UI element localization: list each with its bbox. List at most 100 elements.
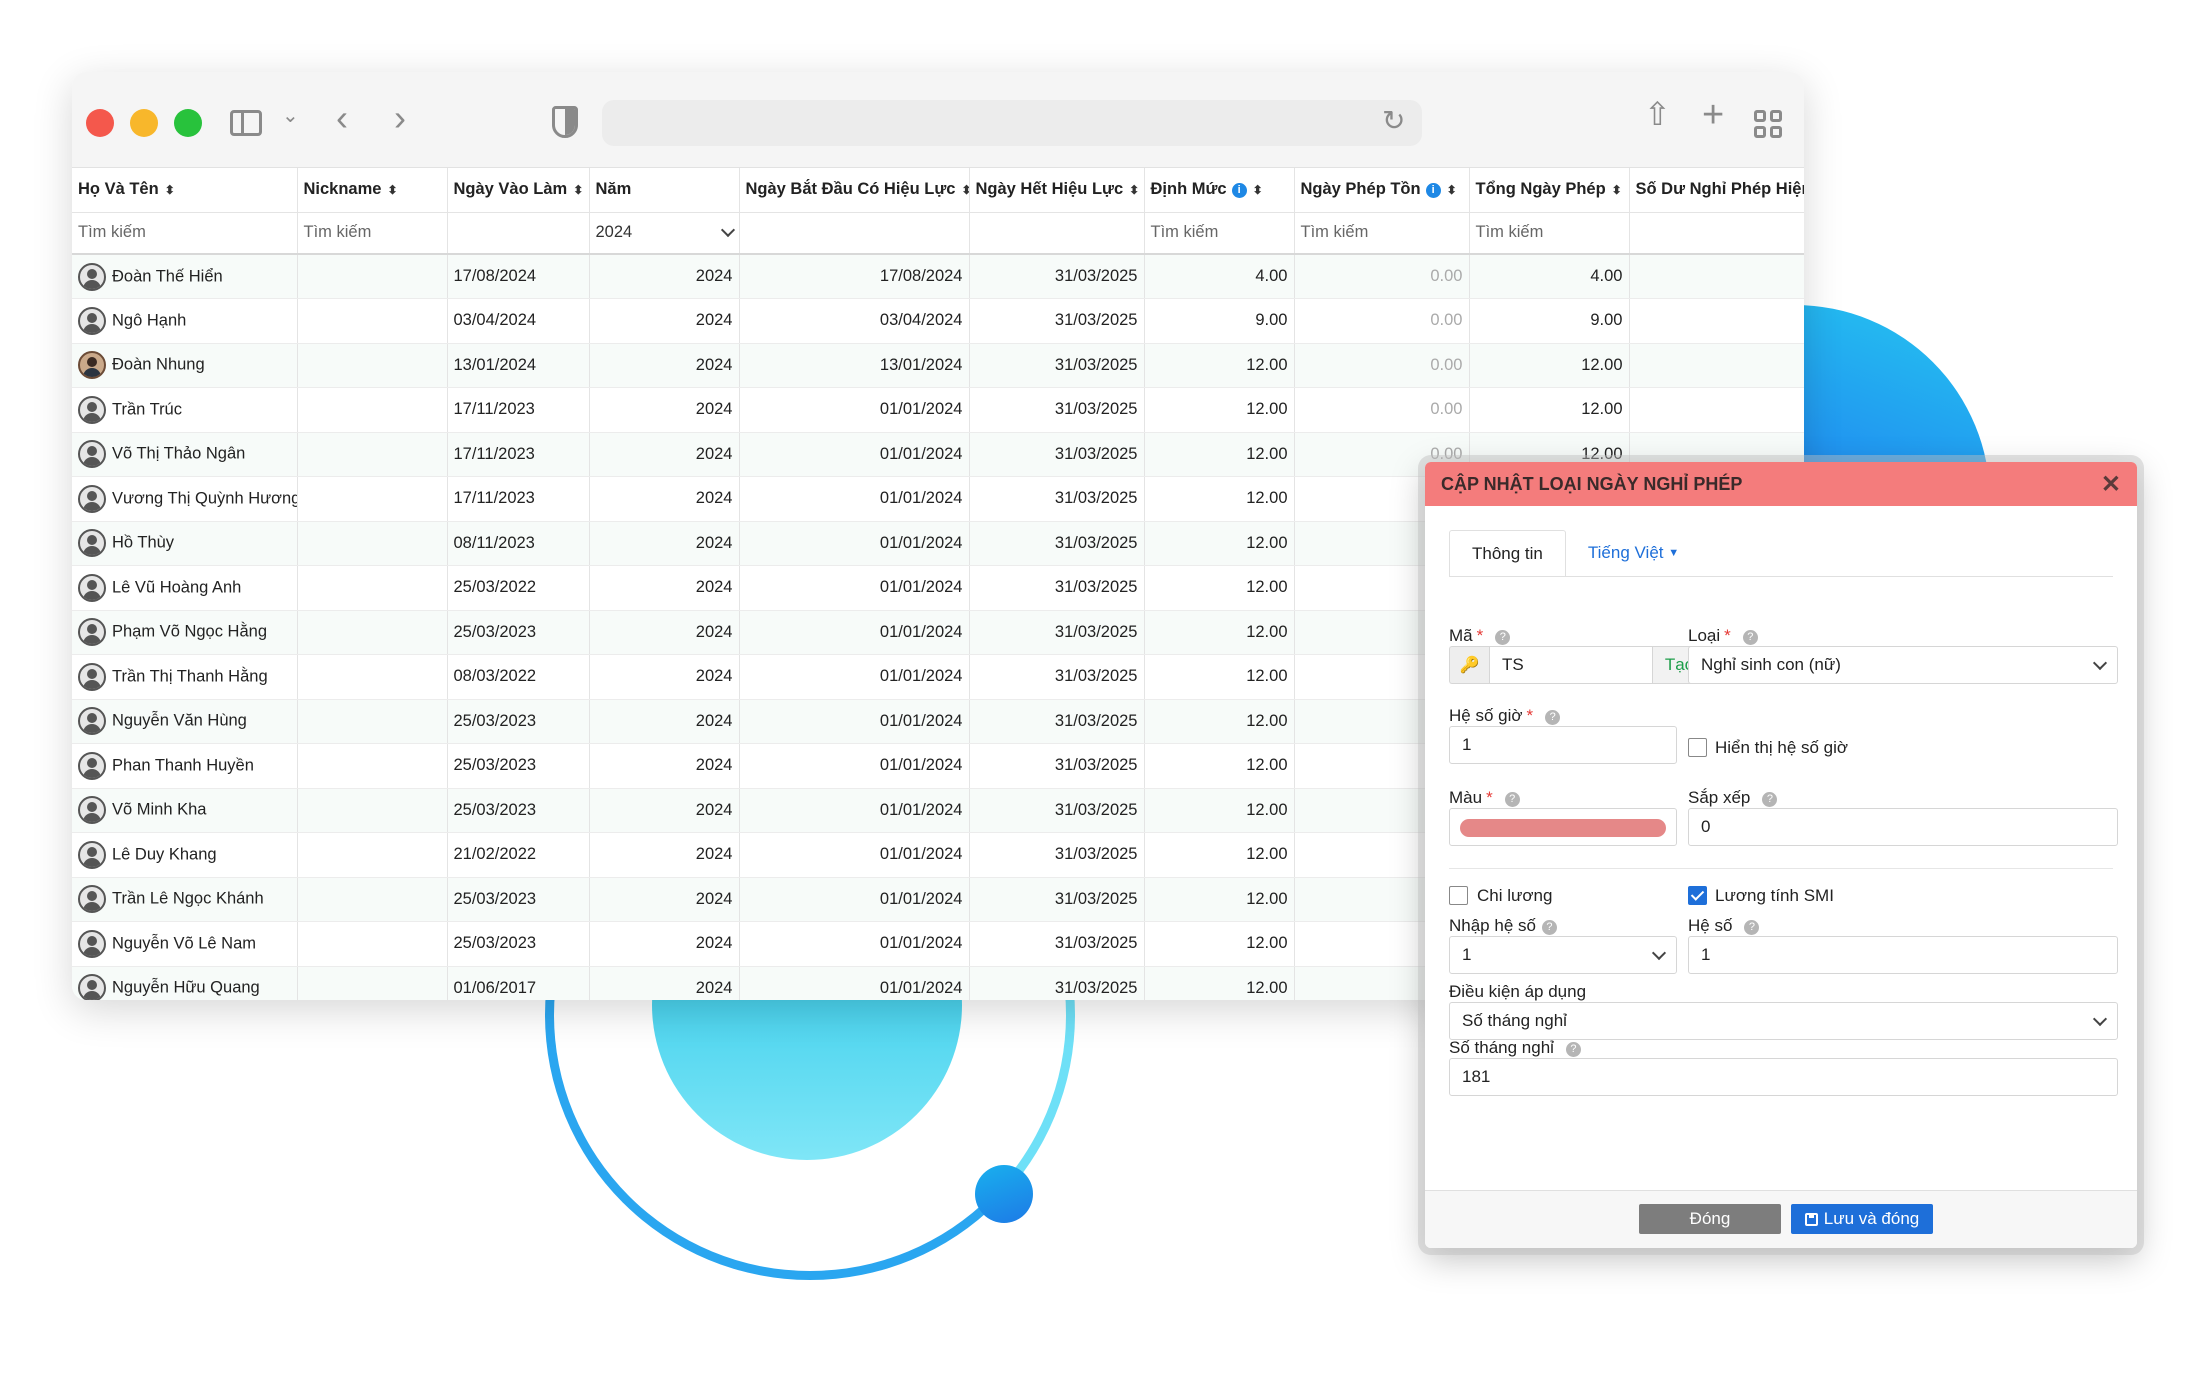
cell-nickname [297, 254, 448, 299]
tab-info[interactable]: Thông tin [1449, 530, 1566, 576]
cell-name: Trần Trúc [72, 387, 298, 433]
close-window-button[interactable] [86, 109, 114, 137]
cell-effective-from: 01/01/2024 [739, 432, 970, 477]
column-header-effective-from[interactable]: Ngày Bắt Đầu Có Hiệu Lực⬍ [739, 168, 970, 213]
sort-icon[interactable]: ⬍ [165, 183, 175, 197]
save-and-close-button[interactable]: Lưu và đóng [1791, 1204, 1933, 1234]
sort-icon[interactable]: ⬍ [573, 183, 583, 197]
sort-icon[interactable]: ⬍ [387, 183, 397, 197]
cell-effective-from: 01/01/2024 [739, 966, 970, 1000]
tab-divider [1449, 576, 2113, 577]
reload-icon[interactable]: ↻ [1382, 107, 1405, 135]
info-icon[interactable]: i [1231, 183, 1247, 199]
column-header-carryover[interactable]: Ngày Phép Tồn i ⬍ [1294, 168, 1470, 213]
column-header-nickname[interactable]: Nickname ⬍ [297, 168, 448, 213]
cell-nickname [297, 432, 448, 477]
help-icon[interactable]: ? [1565, 1042, 1581, 1057]
filter-nickname[interactable]: Tìm kiếm [297, 212, 448, 255]
filter-carryover[interactable]: Tìm kiếm [1294, 212, 1470, 255]
employee-name: Võ Minh Kha [112, 800, 207, 819]
show-hour-factor-checkbox[interactable] [1688, 738, 1707, 757]
cell-effective-from: 01/01/2024 [739, 832, 970, 878]
help-icon[interactable]: ? [1742, 630, 1758, 645]
employee-name: Ngô Hạnh [112, 311, 187, 330]
cell-nickname [297, 921, 448, 967]
input-factor-select[interactable]: 1 [1449, 936, 1677, 974]
help-icon[interactable]: ? [1541, 920, 1557, 935]
filter-year-select[interactable]: 2024 [589, 212, 740, 255]
column-header-name[interactable]: Họ Và Tên ⬍ [72, 168, 298, 213]
color-picker[interactable] [1449, 808, 1677, 846]
factor-label: Hệ số? [1688, 916, 1760, 936]
back-icon[interactable]: ‹ [336, 100, 348, 136]
filter-total[interactable]: Tìm kiếm [1469, 212, 1630, 255]
maximize-window-button[interactable] [174, 109, 202, 137]
type-select[interactable]: Nghỉ sinh con (nữ) [1688, 646, 2118, 684]
sidebar-toggle-icon[interactable] [230, 110, 262, 136]
column-header-total[interactable]: Tổng Ngày Phép ⬍ [1469, 168, 1630, 213]
sort-icon[interactable]: ⬍ [1447, 183, 1457, 197]
chevron-down-icon [2092, 655, 2108, 670]
chevron-down-icon[interactable]: ⌄ [282, 106, 299, 126]
sort-icon[interactable]: ⬍ [1612, 183, 1622, 197]
order-label: Sắp xếp? [1688, 788, 1778, 808]
caret-down-icon: ▼ [1668, 547, 1680, 559]
smi-checkbox[interactable] [1688, 886, 1707, 905]
table-row[interactable]: Đoàn Nhung 13/01/2024 2024 13/01/2024 31/03/… [72, 343, 1804, 388]
help-icon[interactable]: ? [1495, 630, 1511, 645]
pay-label: Chi lương [1477, 886, 1553, 905]
avatar [78, 440, 106, 469]
hour-factor-input[interactable]: 1 [1449, 726, 1677, 764]
factor-input[interactable]: 1 [1688, 936, 2118, 974]
avatar [78, 840, 106, 869]
avatar [78, 306, 106, 335]
tab-language[interactable]: Tiếng Việt ▼ [1565, 530, 1702, 576]
cell-nickname [297, 966, 448, 1000]
new-tab-icon[interactable]: + [1702, 96, 1724, 134]
help-icon[interactable]: ? [1744, 920, 1760, 935]
column-header-balance[interactable]: Số Dư Nghỉ Phép Hiện [1629, 168, 1804, 213]
employee-name: Vương Thị Quỳnh Hương [112, 489, 297, 508]
order-input[interactable]: 0 [1688, 808, 2118, 846]
minimize-window-button[interactable] [130, 109, 158, 137]
cell-effective-to: 31/03/2025 [969, 432, 1145, 477]
sort-icon[interactable]: ⬍ [1129, 183, 1139, 197]
tab-overview-icon[interactable] [1754, 110, 1784, 140]
address-bar[interactable]: ↻ [602, 100, 1422, 146]
cell-year: 2024 [589, 832, 740, 878]
sort-icon[interactable]: ⬍ [961, 183, 968, 197]
column-header-year[interactable]: Năm [589, 168, 740, 213]
code-input[interactable]: TS [1489, 646, 1653, 684]
forward-icon[interactable]: › [394, 100, 406, 136]
months-input[interactable]: 181 [1449, 1058, 2118, 1096]
cell-nickname [297, 877, 448, 922]
table-filter-row: Tìm kiếm Tìm kiếm 2024 Tìm kiếm Tìm kiếm… [72, 212, 1804, 255]
privacy-shield-icon[interactable] [552, 106, 578, 138]
filter-start-date [447, 212, 590, 255]
pay-checkbox[interactable] [1449, 886, 1468, 905]
cell-start-date: 08/03/2022 [447, 654, 590, 700]
close-icon[interactable]: ✕ [2101, 470, 2121, 499]
help-icon[interactable]: ? [1504, 792, 1520, 807]
column-header-effective-to[interactable]: Ngày Hết Hiệu Lực ⬍ [969, 168, 1145, 213]
table-row[interactable]: Ngô Hạnh 03/04/2024 2024 03/04/2024 31/03/20… [72, 298, 1804, 344]
filter-name[interactable]: Tìm kiếm [72, 212, 298, 255]
condition-select[interactable]: Số tháng nghỉ [1449, 1002, 2118, 1040]
filter-quota[interactable]: Tìm kiếm [1144, 212, 1295, 255]
info-icon[interactable]: i [1425, 183, 1441, 199]
dialog-tabs: Thông tin Tiếng Việt ▼ [1449, 530, 1702, 576]
cell-nickname [297, 610, 448, 655]
table-row[interactable]: Đoàn Thế Hiển 17/08/2024 2024 17/08/2024 31/… [72, 254, 1804, 299]
column-header-start-date[interactable]: Ngày Vào Làm ⬍ [447, 168, 590, 213]
cell-effective-to: 31/03/2025 [969, 832, 1145, 878]
share-icon[interactable]: ⇧ [1644, 98, 1671, 130]
sort-icon[interactable]: ⬍ [1253, 183, 1263, 197]
table-row[interactable]: Trần Trúc 17/11/2023 2024 01/01/2024 31/03/2… [72, 387, 1804, 433]
close-button[interactable]: Đóng [1639, 1204, 1781, 1234]
help-icon[interactable]: ? [1762, 792, 1778, 807]
cell-year: 2024 [589, 699, 740, 744]
color-label: Màu *? [1449, 788, 1520, 808]
help-icon[interactable]: ? [1545, 710, 1561, 725]
column-header-quota[interactable]: Định Mức i ⬍ [1144, 168, 1295, 213]
employee-name: Lê Vũ Hoàng Anh [112, 578, 242, 597]
